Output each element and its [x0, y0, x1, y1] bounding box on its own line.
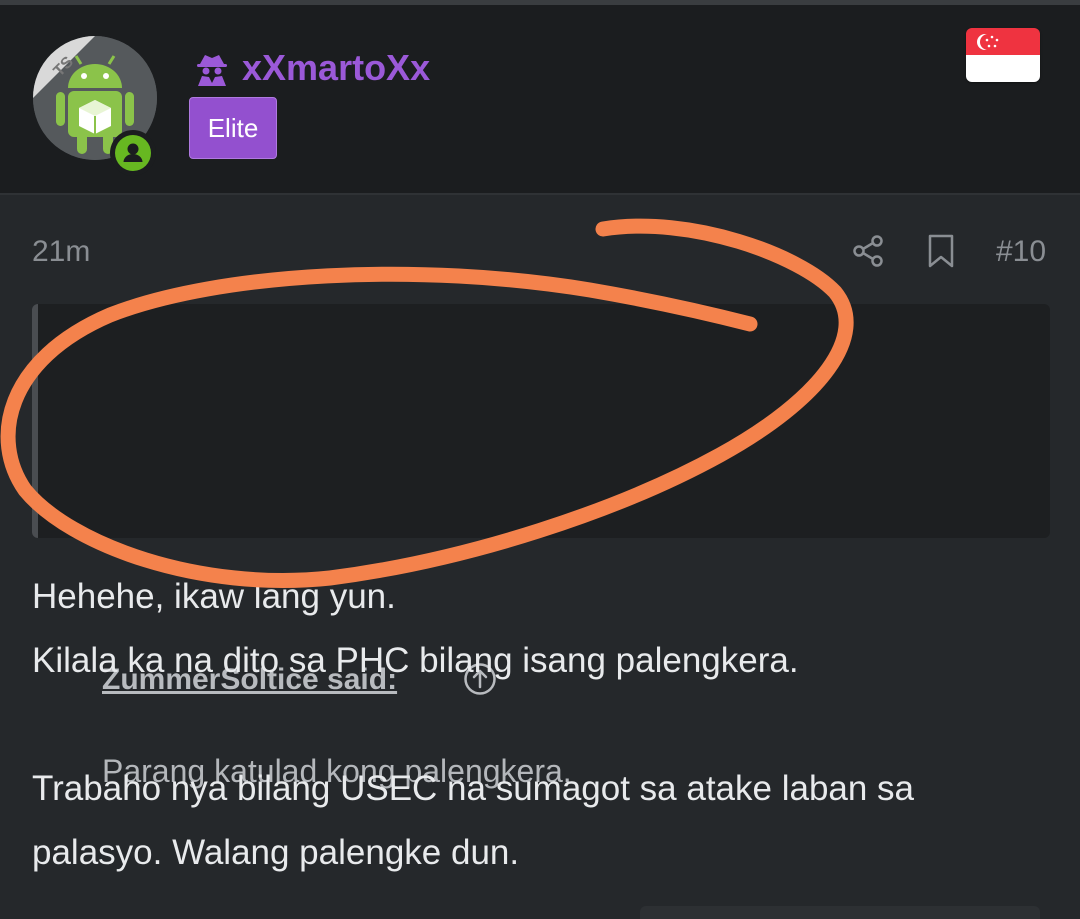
bookmark-icon[interactable] — [926, 234, 956, 268]
quote-block: ZummerSoltice said: Parang katulad kong … — [32, 304, 1050, 789]
user-icon — [123, 143, 143, 162]
post-timestamp[interactable]: 21m — [32, 232, 90, 272]
post-body: Hehehe, ikaw lang yun. Kilala ka na dito… — [32, 565, 1052, 885]
share-icon[interactable] — [851, 234, 885, 268]
post-number-link[interactable]: #10 — [996, 232, 1046, 272]
online-status-indicator — [110, 130, 156, 176]
next-element-edge — [640, 906, 1040, 919]
post-body-line: Kilala ka na dito sa PHC bilang isang pa… — [32, 641, 799, 680]
post-body-line: Hehehe, ikaw lang yun. — [32, 577, 396, 616]
post-author-bar — [0, 5, 1080, 195]
post-viewport: TS xXmartoXx Elite 21m #10 ZummerSoltice… — [0, 0, 1080, 919]
username-link[interactable]: xXmartoXx — [242, 48, 430, 88]
singapore-flag-icon — [966, 28, 1040, 82]
post-body-line: Trabaho nya bilang USEC na sumagot sa at… — [32, 769, 915, 872]
user-rank-badge: Elite — [189, 97, 277, 159]
spy-icon — [197, 55, 227, 86]
